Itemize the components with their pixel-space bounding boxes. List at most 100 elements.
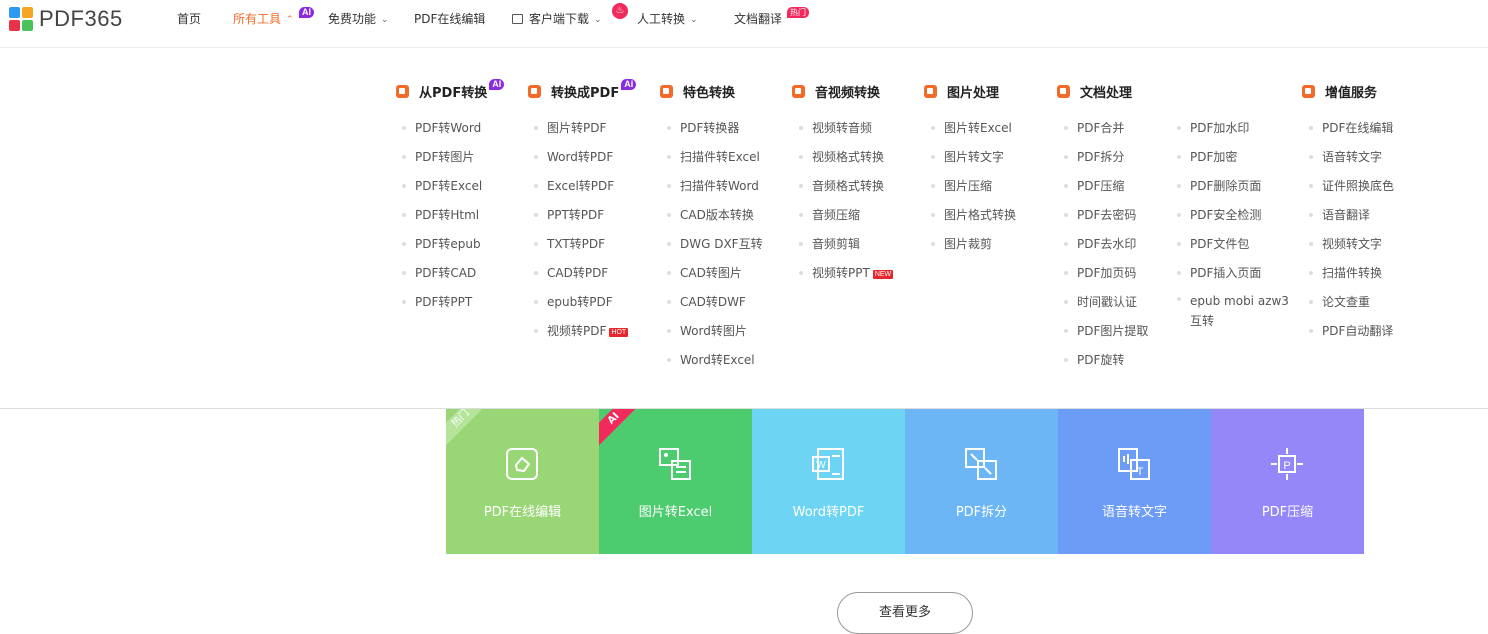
logo[interactable]: PDF365 — [9, 6, 123, 31]
menu-item[interactable]: PDF删除页面 — [1176, 178, 1261, 194]
menu-item-label: 视频转PPT — [812, 266, 870, 280]
menu-item[interactable]: PDF加水印 — [1176, 120, 1249, 136]
menu-item[interactable]: 视频转音频 — [798, 120, 872, 136]
menu-item[interactable]: CAD转DWF — [667, 294, 746, 310]
menu-item-label: 视频转PDF — [547, 324, 607, 338]
menu-item[interactable]: PDF转Html — [401, 207, 479, 223]
word-icon: W — [812, 448, 844, 480]
menu-item[interactable]: PDF转PPT — [401, 294, 472, 310]
menu-item[interactable]: CAD转图片 — [667, 265, 742, 281]
menu-item[interactable]: PDF自动翻译 — [1308, 323, 1393, 339]
logo-icon — [9, 7, 33, 31]
to-pdf-icon — [528, 84, 541, 98]
nav-home[interactable]: 首页 — [177, 0, 201, 38]
menu-item[interactable]: PDF转图片 — [401, 149, 474, 165]
nav-manual-conversion[interactable]: 人工转换 ⌄ — [637, 0, 698, 38]
menu-item[interactable]: 语音翻译 — [1308, 207, 1370, 223]
menu-item[interactable]: 扫描件转换 — [1308, 265, 1382, 281]
menu-item[interactable]: PDF安全检测 — [1176, 207, 1261, 223]
nav-home-label: 首页 — [177, 12, 202, 26]
menu-item[interactable]: 音频剪辑 — [798, 236, 860, 252]
menu-item[interactable]: PDF转epub — [402, 236, 481, 252]
new-tag: NEW — [872, 270, 894, 279]
menu-item[interactable]: 论文查重 — [1308, 294, 1370, 310]
menu-item[interactable]: 音频格式转换 — [798, 178, 884, 194]
menu-column-document: 文档处理 — [1057, 81, 1132, 101]
menu-item[interactable]: CAD转PDF — [533, 265, 608, 281]
menu-item[interactable]: CAD版本转换 — [667, 207, 754, 223]
menu-item[interactable]: 扫描件转Word — [667, 178, 759, 194]
menu-item[interactable]: Word转PDF — [533, 149, 613, 165]
menu-item[interactable]: PDF转换器 — [666, 120, 739, 136]
nav-pdf-online-edit[interactable]: PDF在线编辑 — [414, 0, 485, 38]
menu-item[interactable]: Word转图片 — [667, 323, 747, 339]
menu-item[interactable]: epub mobi azw3互转 — [1177, 291, 1290, 331]
menu-item[interactable]: Word转Excel — [667, 352, 755, 368]
menu-item[interactable]: PDF去水印 — [1063, 236, 1136, 252]
tile-label: Word转PDF — [792, 505, 865, 520]
tile-pdf-online-edit[interactable]: 热门 PDF在线编辑 — [446, 409, 599, 554]
tile-label: 语音转文字 — [1101, 505, 1167, 520]
from-pdf-icon — [396, 84, 409, 98]
menu-item[interactable]: 扫描件转Excel — [667, 149, 760, 165]
hot-badge: 热门 — [787, 7, 809, 18]
tile-word-to-pdf[interactable]: W Word转PDF — [752, 409, 905, 554]
ai-badge: AI — [299, 7, 314, 18]
menu-item[interactable]: 视频转文字 — [1308, 236, 1382, 252]
menu-column-to-pdf: 转换成PDF AI — [528, 78, 637, 101]
menu-item[interactable]: 证件照换底色 — [1308, 178, 1394, 194]
menu-item[interactable]: epub转PDF — [534, 294, 613, 310]
menu-item[interactable]: PDF旋转 — [1063, 352, 1124, 368]
feature-tiles: 热门 PDF在线编辑 AI 图片转Excel W Word转PDF PDF拆分 … — [446, 409, 1364, 554]
tile-label: PDF在线编辑 — [483, 505, 562, 520]
tile-speech-to-text[interactable]: T 语音转文字 — [1058, 409, 1211, 554]
menu-item[interactable]: 视频格式转换 — [798, 149, 884, 165]
chevron-down-icon: ⌄ — [381, 15, 389, 25]
menu-item[interactable]: PDF文件包 — [1176, 236, 1249, 252]
menu-item[interactable]: 图片转PDF — [533, 120, 606, 136]
compress-icon: P — [1271, 448, 1303, 480]
tile-image-to-excel[interactable]: AI 图片转Excel — [599, 409, 752, 554]
nav-free-features-label: 免费功能 — [328, 12, 377, 26]
menu-item[interactable]: PDF压缩 — [1063, 178, 1124, 194]
ai-ribbon: AI — [599, 409, 645, 450]
nav-client-download[interactable]: 客户端下载 ⌄ — [512, 0, 602, 38]
menu-item[interactable]: PDF合并 — [1063, 120, 1124, 136]
menu-item[interactable]: PDF在线编辑 — [1308, 120, 1393, 136]
menu-item[interactable]: PDF转Excel — [401, 178, 482, 194]
menu-item[interactable]: PDF拆分 — [1063, 149, 1124, 165]
menu-item[interactable]: Excel转PDF — [533, 178, 614, 194]
column-title: 特色转换 — [683, 85, 736, 101]
nav-pdf-online-edit-label: PDF在线编辑 — [414, 12, 486, 26]
nav-free-features[interactable]: 免费功能 ⌄ — [328, 0, 389, 38]
menu-item[interactable]: 视频转PDF HOT — [533, 323, 629, 339]
hot-tag: HOT — [609, 328, 629, 337]
menu-item[interactable]: PDF插入页面 — [1176, 265, 1261, 281]
menu-item[interactable]: PDF转Word — [401, 120, 481, 136]
menu-item[interactable]: PPT转PDF — [533, 207, 604, 223]
menu-item[interactable]: DWG DXF互转 — [667, 236, 763, 252]
tile-label: PDF压缩 — [1261, 505, 1314, 520]
menu-item[interactable]: 时间戳认证 — [1063, 294, 1137, 310]
menu-item[interactable]: TXT转PDF — [533, 236, 605, 252]
tile-pdf-compress[interactable]: P PDF压缩 — [1211, 409, 1364, 554]
menu-item[interactable]: 图片裁剪 — [930, 236, 992, 252]
menu-item[interactable]: 图片格式转换 — [930, 207, 1016, 223]
menu-column-audio-video: 音视频转换 — [792, 81, 880, 101]
download-icon — [512, 14, 523, 24]
nav-doc-translate[interactable]: 文档翻译 — [734, 0, 782, 38]
tile-pdf-split[interactable]: PDF拆分 — [905, 409, 1058, 554]
menu-item[interactable]: 图片压缩 — [930, 178, 992, 194]
menu-item[interactable]: PDF加页码 — [1063, 265, 1136, 281]
menu-item[interactable]: 音频压缩 — [798, 207, 860, 223]
nav-all-tools[interactable]: 所有工具 ⌃ — [233, 0, 294, 38]
menu-item[interactable]: 视频转PPT NEW — [798, 265, 894, 281]
menu-item[interactable]: PDF去密码 — [1063, 207, 1136, 223]
menu-item[interactable]: PDF转CAD — [401, 265, 476, 281]
menu-item[interactable]: 图片转文字 — [930, 149, 1004, 165]
menu-item[interactable]: 语音转文字 — [1308, 149, 1382, 165]
menu-item[interactable]: 图片转Excel — [931, 120, 1012, 136]
menu-item[interactable]: PDF图片提取 — [1063, 323, 1148, 339]
menu-item[interactable]: PDF加密 — [1176, 149, 1237, 165]
nav-client-download-label: 客户端下载 — [529, 12, 590, 26]
